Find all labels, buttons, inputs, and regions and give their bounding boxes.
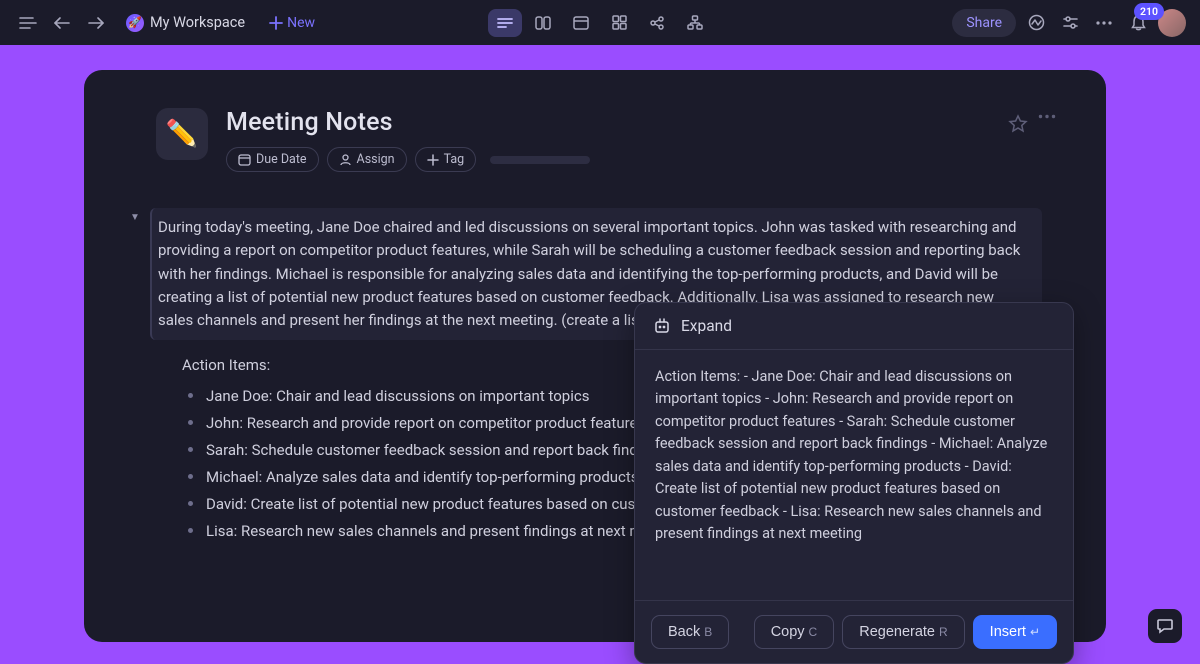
workspace-icon: 🚀 — [126, 14, 144, 32]
view-share-icon[interactable] — [640, 9, 674, 37]
view-split-icon[interactable] — [526, 9, 560, 37]
doc-emoji-icon[interactable]: ✏️ — [156, 108, 208, 160]
assign-label: Assign — [357, 152, 395, 167]
expand-label: Expand — [681, 317, 732, 335]
page-title[interactable]: Meeting Notes — [226, 108, 1042, 137]
new-label: New — [287, 15, 315, 31]
regenerate-button[interactable]: RegenerateR — [842, 615, 964, 649]
back-icon[interactable] — [48, 9, 76, 37]
notifications-icon[interactable]: 210 — [1124, 9, 1152, 37]
meta-placeholder — [490, 156, 590, 164]
chat-fab-icon[interactable] — [1148, 609, 1182, 643]
assign-button[interactable]: Assign — [327, 147, 407, 172]
due-date-button[interactable]: Due Date — [226, 147, 319, 172]
back-button[interactable]: BackB — [651, 615, 729, 649]
ai-panel: Expand Action Items: - Jane Doe: Chair a… — [634, 302, 1074, 664]
view-doc-icon[interactable] — [488, 9, 522, 37]
tag-label: Tag — [444, 152, 465, 167]
notification-count: 210 — [1134, 3, 1164, 20]
ai-output-text: Action Items: - Jane Doe: Chair and lead… — [635, 350, 1073, 600]
forward-icon[interactable] — [82, 9, 110, 37]
activity-icon[interactable] — [1022, 9, 1050, 37]
share-button[interactable]: Share — [952, 9, 1016, 37]
expand-button[interactable]: Expand — [635, 303, 1073, 350]
workspace-breadcrumb[interactable]: 🚀 My Workspace — [118, 10, 253, 36]
workspace-label: My Workspace — [150, 14, 245, 31]
menu-icon[interactable] — [14, 9, 42, 37]
doc-more-icon[interactable] — [1038, 114, 1056, 134]
collapse-caret-icon[interactable]: ▼ — [130, 212, 140, 223]
view-calendar-icon[interactable] — [564, 9, 598, 37]
tag-button[interactable]: Tag — [415, 147, 477, 172]
view-org-icon[interactable] — [678, 9, 712, 37]
favorite-icon[interactable] — [1008, 114, 1028, 134]
due-date-label: Due Date — [256, 152, 307, 167]
view-switcher — [488, 9, 712, 37]
insert-button[interactable]: Insert↵ — [973, 615, 1057, 649]
view-grid-icon[interactable] — [602, 9, 636, 37]
topbar: 🚀 My Workspace New Share 210 — [0, 0, 1200, 45]
more-icon[interactable] — [1090, 9, 1118, 37]
settings-icon[interactable] — [1056, 9, 1084, 37]
new-button[interactable]: New — [261, 11, 323, 35]
copy-button[interactable]: CopyC — [754, 615, 835, 649]
